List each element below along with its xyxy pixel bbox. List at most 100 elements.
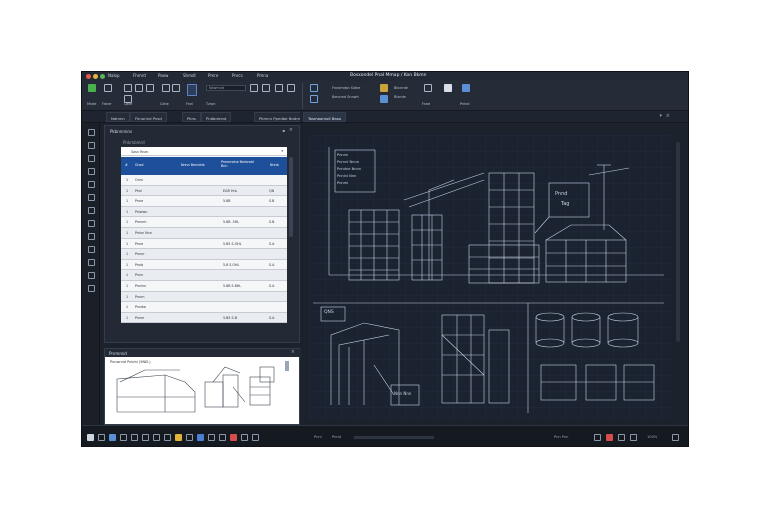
line-icon[interactable]: [162, 84, 170, 92]
column-header[interactable]: Gnsd: [135, 163, 143, 167]
table-row[interactable]: 1 Pnnl E&R HnL QN: [121, 185, 287, 197]
column-header[interactable]: Pnnmndne Nmbndd Bnn: [221, 160, 261, 168]
pin-icon[interactable]: ▪: [282, 128, 285, 133]
search-input[interactable]: Nawmnd: [206, 85, 246, 91]
grid-icon[interactable]: [241, 434, 248, 441]
search-icon[interactable]: [98, 434, 105, 441]
table-row[interactable]: 1 Pnnm 5.B5 S.B S.A: [121, 312, 287, 324]
mail-icon[interactable]: [131, 434, 138, 441]
column-header[interactable]: #: [125, 163, 128, 167]
maximize-window-button[interactable]: [100, 74, 105, 79]
menu-item[interactable]: Nalop: [108, 73, 120, 78]
ortho-icon[interactable]: [606, 434, 613, 441]
rectangle-tool-icon[interactable]: [88, 155, 95, 162]
text-tool-icon[interactable]: [88, 181, 95, 188]
minimize-window-button[interactable]: [93, 74, 98, 79]
grid-icon[interactable]: [310, 95, 318, 103]
brush-icon[interactable]: [146, 84, 154, 92]
ribbon-group-label[interactable]: Rlxnde: [394, 95, 406, 99]
select-tool-icon[interactable]: [88, 129, 95, 136]
photo-icon[interactable]: [186, 434, 193, 441]
edit-icon[interactable]: [124, 84, 132, 92]
windows-icon[interactable]: [87, 434, 94, 441]
table-row[interactable]: 1 Pnlnn Nnn: [121, 228, 287, 239]
settings-icon[interactable]: [219, 434, 226, 441]
ribbon-group-label[interactable]: Benvrnd Snnwh: [332, 95, 359, 99]
arrow-icon[interactable]: [262, 84, 270, 92]
tab-item[interactable]: Fknorlnd Pnsd: [130, 112, 167, 122]
help-icon[interactable]: [252, 434, 259, 441]
status-item[interactable]: Pnnd: [332, 435, 341, 439]
camera-tool-icon[interactable]: [88, 246, 95, 253]
table-row[interactable]: 1 Pnnb 5.8 S.OHL S.A: [121, 259, 287, 271]
tab-item[interactable]: Ndmnn: [106, 112, 130, 122]
settings-tool-icon[interactable]: [88, 272, 95, 279]
close-icon[interactable]: ×: [289, 127, 293, 133]
status-item[interactable]: Pnn Pnn: [554, 435, 568, 439]
table-row[interactable]: 1 Pnlwwn: [121, 206, 287, 218]
column-header[interactable]: Nnnn Bmndnb: [181, 163, 205, 167]
table-row[interactable]: 1 Pnnrn: [121, 291, 287, 303]
folder-icon[interactable]: [380, 84, 388, 92]
grid-toggle-icon[interactable]: [618, 434, 625, 441]
close-icon[interactable]: ×: [291, 349, 295, 355]
table-row[interactable]: 1 Pnnnm 5.8B .5HL S.B: [121, 217, 287, 228]
export-tool-icon[interactable]: [88, 285, 95, 292]
ribbon-group-label[interactable]: Bkcnrde: [394, 86, 408, 90]
fullscreen-icon[interactable]: [672, 434, 679, 441]
table-row[interactable]: 1 Pnne 5.8B S.B: [121, 196, 287, 207]
open-icon[interactable]: [104, 84, 112, 92]
tab-canvas[interactable]: Tosmaarvoll Baso: [303, 112, 347, 122]
snap-icon[interactable]: [594, 434, 601, 441]
scale-icon[interactable]: [287, 84, 295, 92]
calendar-icon[interactable]: [153, 434, 160, 441]
drawing-canvas[interactable]: Pnnnn Pnrnnl Nnnn Pnndne Nnnn Pnnlnl Nnn…: [309, 135, 671, 420]
record-icon[interactable]: [230, 434, 237, 441]
hatch-tool-icon[interactable]: [88, 220, 95, 227]
tab-item[interactable]: Pkns: [182, 112, 201, 122]
measure-tool-icon[interactable]: [88, 194, 95, 201]
print-icon[interactable]: [462, 84, 470, 92]
folder-icon[interactable]: [175, 434, 182, 441]
circle-tool-icon[interactable]: [88, 168, 95, 175]
pen-tool-icon[interactable]: [88, 207, 95, 214]
column-header[interactable]: Nnnb: [270, 163, 279, 167]
status-item[interactable]: Pnnl: [314, 435, 322, 439]
hand-icon[interactable]: [444, 84, 452, 92]
canvas-scrollbar[interactable]: [676, 142, 680, 342]
menu-item[interactable]: Pmna: [257, 73, 268, 78]
horizontal-scrollbar[interactable]: [354, 436, 434, 439]
chevron-down-icon[interactable]: ▾: [281, 149, 283, 153]
table-row[interactable]: 1 Onrn: [121, 175, 287, 186]
image-icon[interactable]: [424, 84, 432, 92]
menu-item[interactable]: Shmdl: [183, 73, 196, 78]
chevron-down-icon[interactable]: ▾: [659, 113, 662, 119]
close-window-button[interactable]: [86, 74, 91, 79]
table-row[interactable]: 1 Pnnnr: [121, 249, 287, 260]
menu-item[interactable]: Pmre: [208, 73, 218, 78]
table-row[interactable]: 1 Pnndw: [121, 302, 287, 313]
chat-icon[interactable]: [142, 434, 149, 441]
menu-item[interactable]: Pnrcs: [232, 73, 243, 78]
line-tool-icon[interactable]: [88, 142, 95, 149]
table-row[interactable]: 1 Pnne 5.B5 S.OHL S.A: [121, 238, 287, 250]
table-scrollbar[interactable]: [289, 157, 293, 237]
tab-item[interactable]: Pndbnmnd: [201, 112, 232, 122]
close-icon[interactable]: ×: [666, 113, 670, 119]
layers-icon[interactable]: [380, 95, 388, 103]
polar-icon[interactable]: [630, 434, 637, 441]
pen-icon[interactable]: [250, 84, 258, 92]
app-icon[interactable]: [197, 434, 204, 441]
menu-item[interactable]: Paow: [158, 73, 168, 78]
new-icon[interactable]: [88, 84, 96, 92]
rotate-icon[interactable]: [275, 84, 283, 92]
terminal-icon[interactable]: [208, 434, 215, 441]
browser-icon[interactable]: [109, 434, 116, 441]
table-row[interactable]: 1 Pnnn: [121, 270, 287, 281]
table-row[interactable]: 1 Pnnlnn 5.8B S.8HL S.A: [121, 281, 287, 292]
store-icon[interactable]: [164, 434, 171, 441]
table-search[interactable]: Sasn Rnan ▾: [121, 147, 287, 156]
layers-tool-icon[interactable]: [88, 259, 95, 266]
files-icon[interactable]: [120, 434, 127, 441]
block-tool-icon[interactable]: [88, 233, 95, 240]
